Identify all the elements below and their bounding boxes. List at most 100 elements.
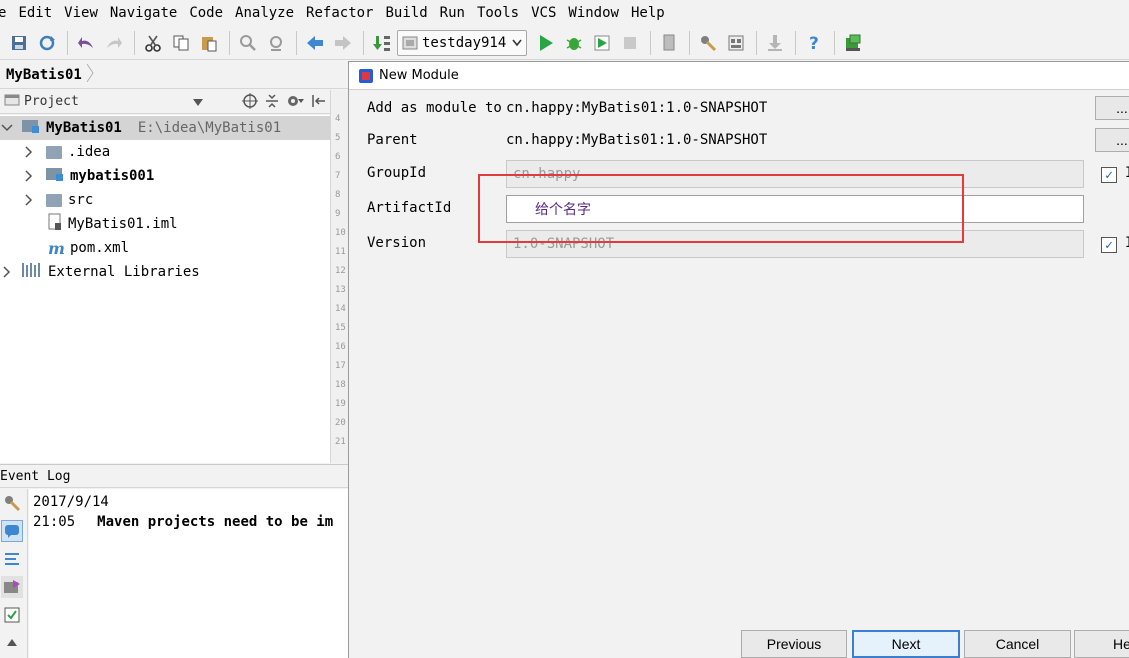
parent-browse-button[interactable]: ... bbox=[1095, 128, 1129, 152]
project-tree: MyBatis01 E:\idea\MyBatis01 .idea mybati… bbox=[0, 115, 330, 463]
project-panel-title[interactable]: Project bbox=[24, 94, 79, 109]
menu-window[interactable]: Window bbox=[564, 5, 623, 21]
device-icon[interactable] bbox=[656, 30, 682, 56]
tree-item-external-libraries[interactable]: External Libraries bbox=[0, 260, 200, 284]
undo-icon[interactable] bbox=[73, 30, 99, 56]
chevron-up-icon[interactable] bbox=[1, 632, 23, 654]
collapse-all-icon[interactable] bbox=[264, 93, 280, 113]
gear-icon[interactable] bbox=[286, 93, 304, 113]
menu-file[interactable]: e bbox=[0, 5, 10, 21]
toolbar-separator bbox=[363, 30, 364, 55]
line-number: 18 bbox=[335, 380, 346, 390]
chevron-right-icon[interactable] bbox=[22, 170, 36, 182]
log-time: 21:05 bbox=[33, 514, 76, 530]
save-all-icon[interactable] bbox=[6, 30, 32, 56]
svg-text:?: ? bbox=[809, 34, 819, 52]
replace-icon[interactable] bbox=[263, 30, 289, 56]
line-number: 11 bbox=[335, 247, 346, 257]
vcs-update-icon[interactable] bbox=[762, 30, 788, 56]
breadcrumb-root[interactable]: MyBatis01 bbox=[0, 67, 82, 83]
copy-icon[interactable] bbox=[168, 30, 194, 56]
balloon-icon[interactable] bbox=[1, 520, 23, 542]
find-icon[interactable] bbox=[235, 30, 261, 56]
tree-item-idea[interactable]: .idea bbox=[22, 140, 110, 164]
menu-build[interactable]: Build bbox=[381, 5, 431, 21]
debug-icon[interactable] bbox=[561, 30, 587, 56]
new-module-dialog: New Module Add as module to cn.happy:MyB… bbox=[348, 61, 1129, 658]
clear-log-icon[interactable] bbox=[1, 576, 23, 598]
menu-run[interactable]: Run bbox=[436, 5, 469, 21]
back-icon[interactable] bbox=[302, 30, 328, 56]
menu-code[interactable]: Code bbox=[185, 5, 227, 21]
settings-icon[interactable] bbox=[1, 492, 23, 514]
inherit-version-checkbox[interactable]: ✓ bbox=[1101, 237, 1117, 253]
menu-help[interactable]: Help bbox=[627, 5, 669, 21]
annotation-highlight-box bbox=[478, 174, 964, 243]
menu-navigate[interactable]: Navigate bbox=[106, 5, 181, 21]
soft-wrap-icon[interactable] bbox=[1, 548, 23, 570]
log-message[interactable]: Maven projects need to be im bbox=[97, 514, 333, 530]
menu-view[interactable]: View bbox=[60, 5, 102, 21]
sdk-manager-icon[interactable] bbox=[840, 30, 866, 56]
inherit-group-id-checkbox[interactable]: ✓ bbox=[1101, 167, 1117, 183]
toolbar-separator bbox=[134, 30, 135, 55]
tree-item-label: MyBatis01.iml bbox=[68, 216, 178, 232]
log-entry: 21:05 Maven projects need to be im bbox=[33, 512, 344, 532]
line-number: 19 bbox=[335, 399, 346, 409]
line-number: 21 bbox=[335, 437, 346, 447]
next-button[interactable]: Next bbox=[852, 630, 960, 658]
project-structure-icon[interactable] bbox=[723, 30, 749, 56]
line-number: 6 bbox=[335, 152, 341, 162]
log-date: 2017/9/14 bbox=[33, 494, 109, 510]
forward-icon[interactable] bbox=[330, 30, 356, 56]
run-icon[interactable] bbox=[533, 30, 559, 56]
settings-icon[interactable] bbox=[695, 30, 721, 56]
tree-item-pom[interactable]: m pom.xml bbox=[48, 236, 129, 260]
tree-item-src[interactable]: src bbox=[22, 188, 93, 212]
cut-icon[interactable] bbox=[140, 30, 166, 56]
add-as-module-value: cn.happy:MyBatis01:1.0-SNAPSHOT bbox=[506, 100, 768, 116]
event-log-title[interactable]: Event Log bbox=[0, 469, 70, 484]
cancel-button[interactable]: Cancel bbox=[964, 630, 1071, 658]
make-project-icon[interactable] bbox=[369, 30, 395, 56]
menu-vcs[interactable]: VCS bbox=[527, 5, 560, 21]
menu-edit[interactable]: Edit bbox=[14, 5, 56, 21]
tree-item-iml[interactable]: MyBatis01.iml bbox=[48, 212, 178, 236]
chevron-right-icon[interactable] bbox=[0, 266, 14, 278]
chevron-right-icon[interactable] bbox=[22, 146, 36, 158]
chevron-right-icon[interactable] bbox=[22, 194, 36, 206]
line-number: 20 bbox=[335, 418, 346, 428]
chevron-down-icon[interactable] bbox=[0, 124, 14, 132]
tree-item-mybatis01[interactable]: MyBatis01 E:\idea\MyBatis01 bbox=[0, 116, 330, 140]
locate-file-icon[interactable] bbox=[242, 93, 258, 113]
line-number: 4 bbox=[335, 114, 341, 124]
toolbar-separator bbox=[296, 30, 297, 55]
folder-icon bbox=[46, 193, 62, 207]
tree-item-mybatis001[interactable]: mybatis001 bbox=[22, 164, 154, 188]
module-folder-icon bbox=[46, 167, 64, 185]
hide-panel-icon[interactable] bbox=[310, 93, 326, 113]
module-folder-icon bbox=[22, 119, 40, 137]
event-log-content: 2017/9/14 21:05 Maven projects need to be… bbox=[29, 489, 348, 658]
chevron-down-icon bbox=[512, 39, 522, 46]
add-as-module-browse-button[interactable]: ... bbox=[1095, 96, 1129, 120]
sync-icon[interactable] bbox=[34, 30, 60, 56]
help-icon[interactable]: ? bbox=[801, 30, 827, 56]
toolbar-separator bbox=[795, 30, 797, 55]
menu-refactor[interactable]: Refactor bbox=[302, 5, 377, 21]
coverage-icon[interactable] bbox=[589, 30, 615, 56]
chevron-down-icon[interactable] bbox=[193, 96, 203, 111]
run-configuration-select[interactable]: testday914 bbox=[397, 29, 528, 56]
redo-icon[interactable] bbox=[101, 30, 127, 56]
help-button[interactable]: He bbox=[1074, 630, 1129, 658]
previous-button[interactable]: Previous bbox=[741, 630, 847, 658]
toolbar-separator bbox=[689, 30, 691, 55]
stop-icon[interactable] bbox=[617, 30, 643, 56]
dialog-title-bar[interactable]: New Module bbox=[349, 62, 1129, 90]
tree-item-label: .idea bbox=[68, 144, 111, 160]
library-icon bbox=[22, 262, 42, 282]
mark-read-icon[interactable] bbox=[1, 604, 23, 626]
menu-tools[interactable]: Tools bbox=[473, 5, 523, 21]
menu-analyze[interactable]: Analyze bbox=[231, 5, 298, 21]
paste-icon[interactable] bbox=[196, 30, 222, 56]
